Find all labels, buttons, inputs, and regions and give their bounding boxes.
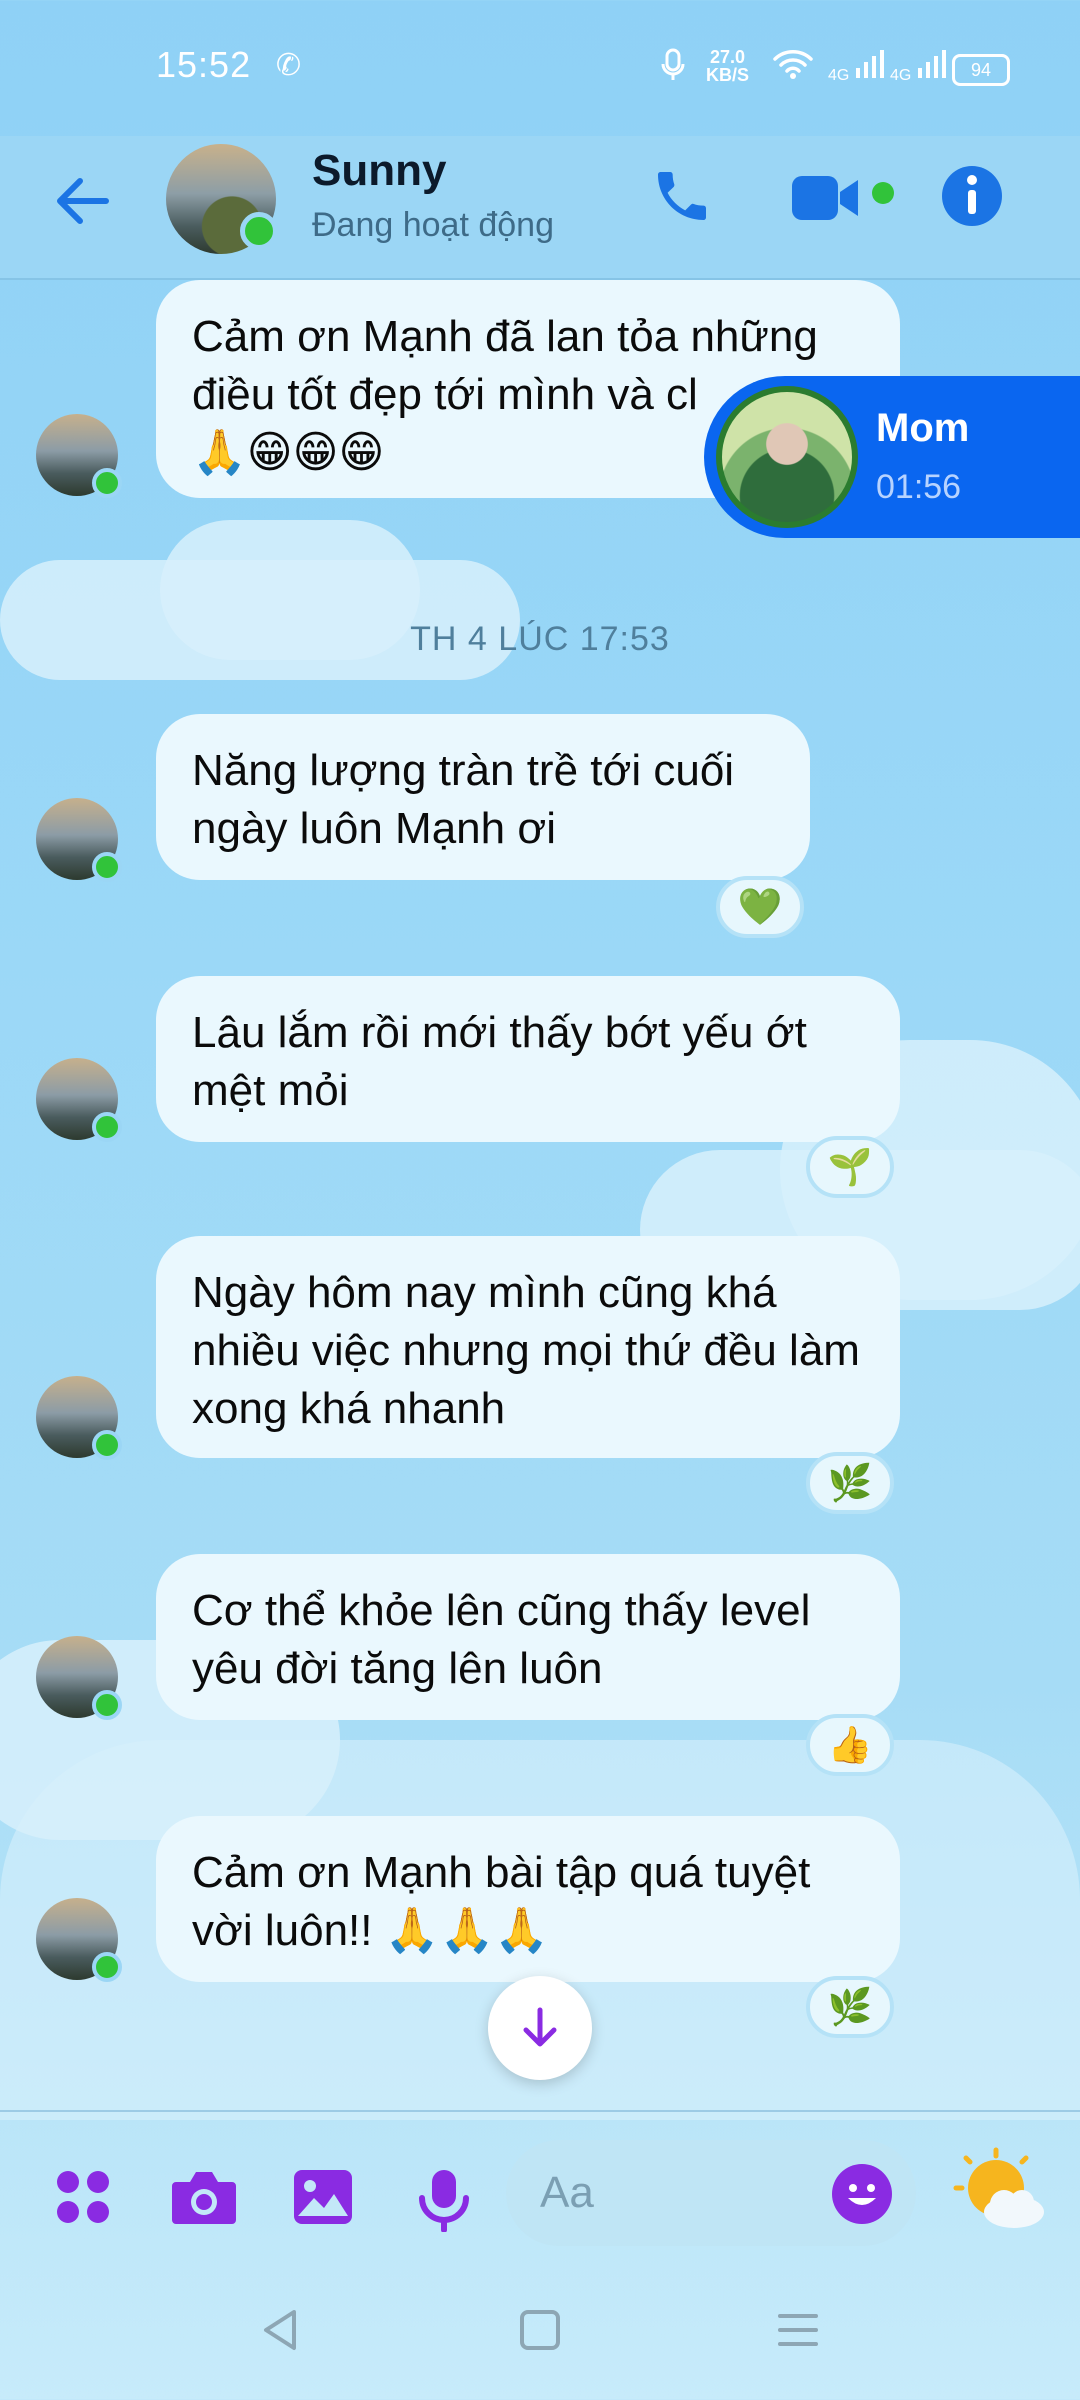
contact-name[interactable]: Sunny [312, 146, 446, 196]
message-input[interactable]: Aa [506, 2140, 916, 2246]
online-indicator [92, 1430, 122, 1460]
online-indicator [240, 212, 278, 250]
message-bubble[interactable]: Năng lượng tràn trề tới cuối ngày luôn M… [156, 714, 810, 880]
message-bubble[interactable]: Cơ thể khỏe lên cũng thấy level yêu đời … [156, 1554, 900, 1720]
message-reaction[interactable]: 💚 [716, 876, 804, 938]
status-bar: 15:52 ✆ 27.0 KB/S 4G 4G 94 [0, 0, 1080, 136]
chat-head-avatar [716, 386, 858, 528]
message-reaction[interactable]: 🌿 [806, 1452, 894, 1514]
nav-back-icon[interactable] [258, 2308, 302, 2364]
online-indicator [92, 852, 122, 882]
message-composer: Aa [0, 2110, 1080, 2282]
call-forward-icon: ✆ [276, 49, 302, 82]
chat-head-bubble[interactable]: Mom 01:56 [704, 376, 1080, 538]
signal-icon: 4G [828, 48, 884, 85]
message-reaction[interactable]: 👍 [806, 1714, 894, 1776]
sender-avatar[interactable] [36, 1376, 122, 1460]
message-reaction[interactable]: 🌿 [806, 1976, 894, 2038]
arrow-left-icon[interactable] [52, 172, 112, 236]
sun-cloud-icon[interactable] [952, 2146, 1048, 2242]
battery-icon: 94 [952, 54, 1010, 86]
message-input-placeholder: Aa [540, 2168, 594, 2217]
scroll-to-bottom-button[interactable] [488, 1976, 592, 2080]
message-bubble[interactable]: Ngày hôm nay mình cũng khá nhiều việc nh… [156, 1236, 900, 1458]
system-navigation-bar [0, 2280, 1080, 2400]
status-time: 15:52 [156, 44, 252, 85]
message-text: Cảm ơn Mạnh bài tập quá tuyệt vời luôn!!… [192, 1848, 811, 1955]
message-reaction[interactable]: 🌱 [806, 1136, 894, 1198]
sender-avatar[interactable] [36, 414, 122, 498]
message-text: Lâu lắm rồi mới thấy bớt yếu ớt mệt mỏi [192, 1008, 807, 1115]
date-separator: TH 4 LÚC 17:53 [410, 620, 670, 658]
message-emoji: 🙏😁😁😁 [192, 428, 385, 477]
image-icon[interactable] [292, 2168, 354, 2231]
online-indicator [92, 1112, 122, 1142]
message-text: Ngày hôm nay mình cũng khá nhiều việc nh… [192, 1268, 860, 1433]
chat-head-name: Mom [876, 406, 970, 450]
network-type-1: 4G [828, 67, 850, 84]
network-type-2: 4G [890, 67, 912, 84]
smiley-icon[interactable] [832, 2164, 892, 2224]
contact-status: Đang hoạt động [312, 206, 554, 244]
sender-avatar[interactable] [36, 1636, 122, 1720]
video-camera-icon[interactable] [790, 172, 866, 229]
microphone-icon[interactable] [418, 2168, 470, 2237]
sender-avatar[interactable] [36, 798, 122, 882]
grid-dots-icon[interactable] [54, 2168, 112, 2231]
microphone-status-icon [660, 48, 686, 90]
sender-avatar[interactable] [36, 1898, 122, 1982]
network-speed-unit: KB/S [706, 65, 750, 85]
message-bubble[interactable]: Lâu lắm rồi mới thấy bớt yếu ớt mệt mỏi [156, 976, 900, 1142]
camera-icon[interactable] [170, 2168, 238, 2231]
chat-head-time: 01:56 [876, 468, 962, 506]
signal-icon-2: 4G [890, 48, 946, 85]
network-speed-value: 27.0 [709, 47, 746, 67]
info-icon[interactable] [940, 164, 1004, 233]
online-indicator [92, 1952, 122, 1982]
video-active-dot [872, 182, 894, 204]
network-speed: 27.0 KB/S [706, 48, 749, 84]
online-indicator [92, 1690, 122, 1720]
message-bubble[interactable]: Cảm ơn Mạnh bài tập quá tuyệt vời luôn!!… [156, 1816, 900, 1982]
nav-menu-icon[interactable] [776, 2308, 820, 2364]
chat-header: Sunny Đang hoạt động [0, 136, 1080, 280]
phone-icon[interactable] [650, 164, 714, 233]
sender-avatar[interactable] [36, 1058, 122, 1142]
message-text: Năng lượng tràn trề tới cuối ngày luôn M… [192, 746, 735, 853]
nav-home-icon[interactable] [518, 2308, 562, 2364]
arrow-down-icon [523, 2007, 557, 2047]
message-text: Cơ thể khỏe lên cũng thấy level yêu đời … [192, 1586, 811, 1693]
online-indicator [92, 468, 122, 498]
wifi-icon [772, 48, 814, 88]
